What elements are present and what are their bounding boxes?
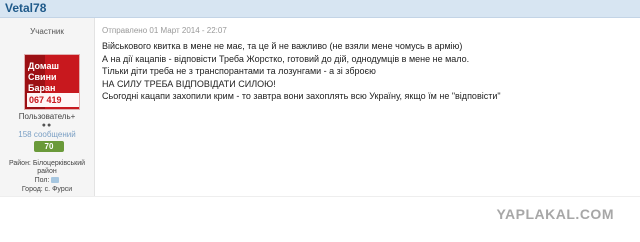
reputation-badge[interactable]: 70 [34, 141, 64, 152]
avatar-text-line: Баран [28, 83, 56, 93]
rank-dots: ●● [41, 122, 53, 129]
watermark: YAPLAKAL.COM [496, 206, 614, 222]
post-date: Отправлено 01 Март 2014 - 22:07 [102, 26, 227, 35]
message-count-link[interactable]: 158 сообщений [0, 130, 94, 139]
city-info: Город: с. Фурси [21, 186, 73, 193]
user-group: Пользователь+ [18, 112, 76, 121]
district-info-cont: район [37, 168, 57, 175]
rank-title: Участник [30, 27, 64, 36]
post-divider [0, 196, 640, 197]
gender-icon [51, 177, 60, 184]
post-line: Сьогодні кацапи захопили крим - то завтр… [102, 91, 501, 101]
post-line: НА СИЛУ ТРЕБА ВІДПОВІДАТИ СИЛОЮ! [102, 78, 276, 89]
avatar-text-line: Свини [28, 72, 57, 82]
post-line: А на дії кацапів - відповісти Треба Жорс… [102, 53, 470, 64]
post-line: Тільки діти треба не з транспорантами та… [102, 66, 376, 76]
post-line: Військового квитка в мене не має, та це … [102, 41, 463, 51]
post-header: Vetal78 [0, 0, 640, 18]
gender-info: Пол: [0, 177, 94, 184]
district-info: Район: Білоцерківський [8, 160, 86, 167]
avatar[interactable]: Домаш Свини Баран 067 419 [24, 54, 80, 110]
post-body: Військового квитка в мене не має, та це … [102, 40, 632, 103]
gender-label: Пол: [34, 177, 50, 184]
username-link[interactable]: Vetal78 [5, 1, 46, 15]
author-panel: Участник Домаш Свини Баран 067 419 Польз… [0, 18, 95, 196]
avatar-text-line: Домаш [28, 61, 59, 71]
avatar-phone: 067 419 [27, 93, 79, 107]
